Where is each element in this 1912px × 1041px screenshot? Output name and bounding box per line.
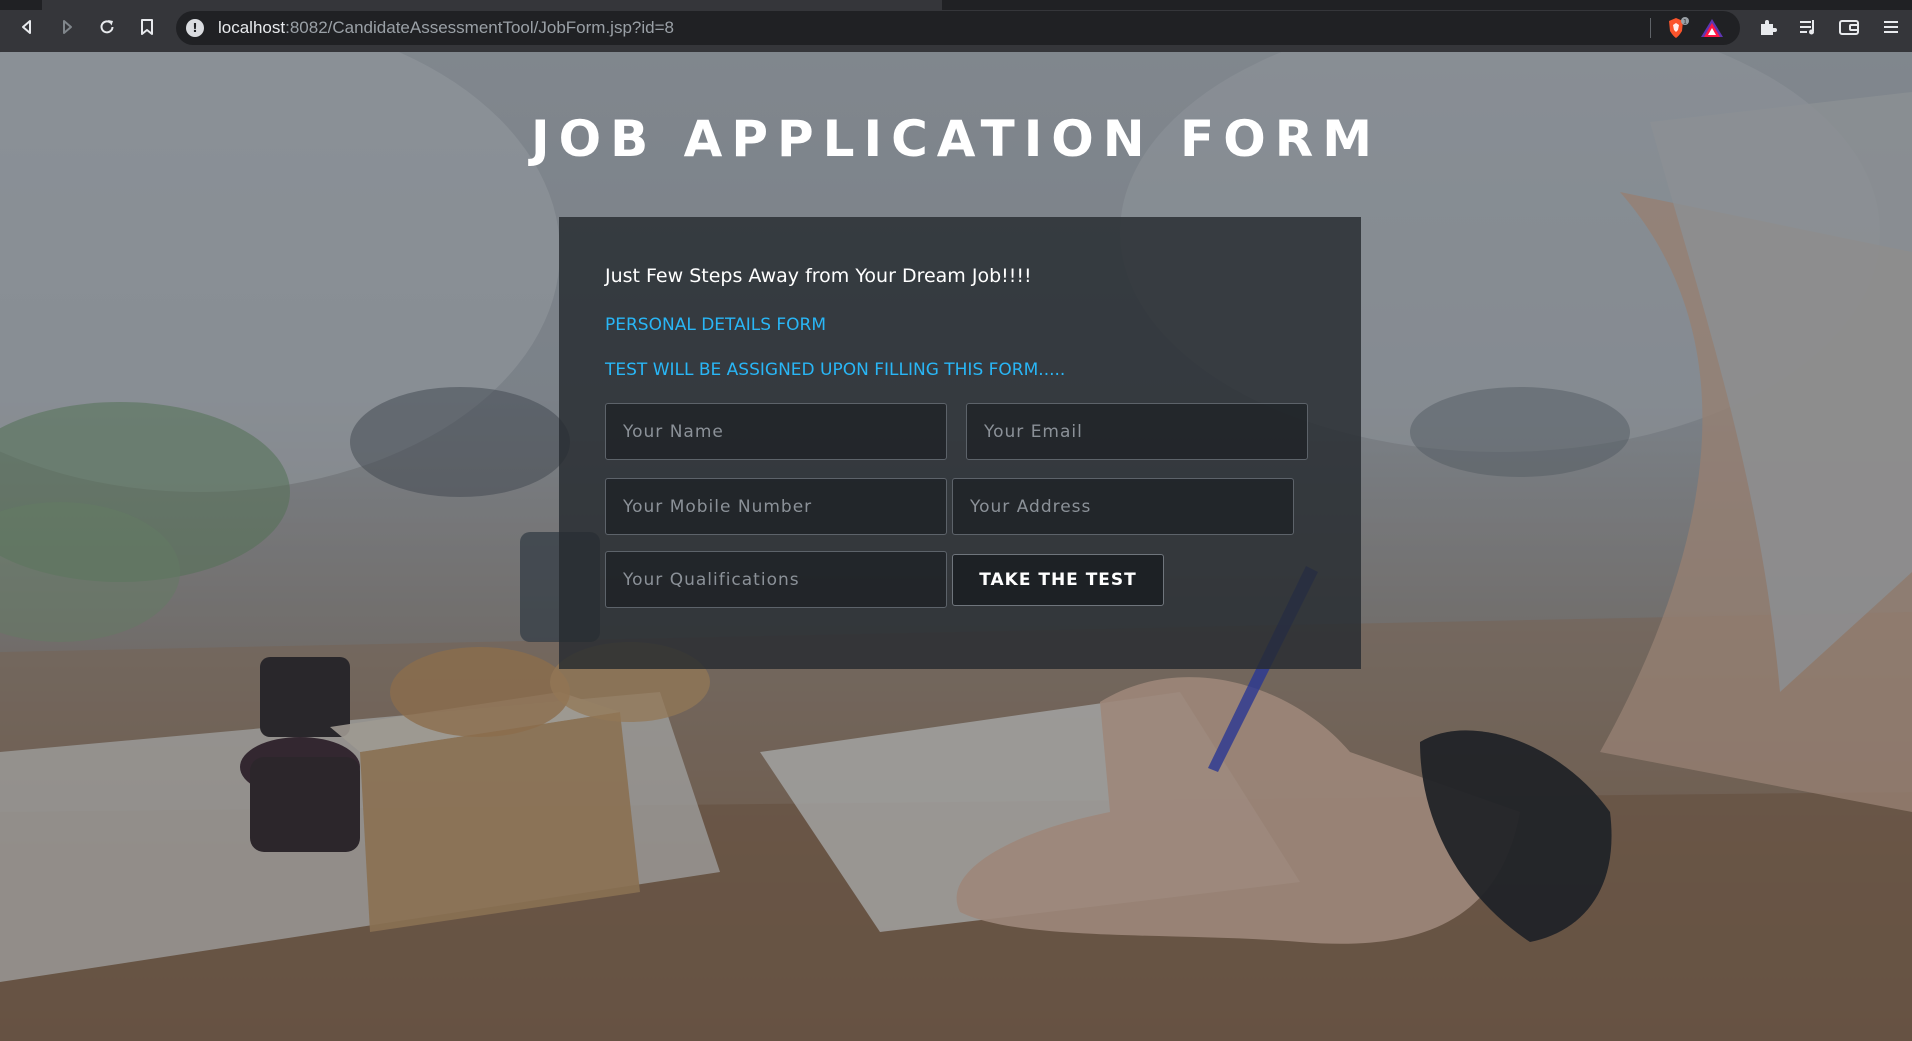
page-viewport: JOB APPLICATION FORM Just Few Steps Away… xyxy=(0,52,1912,1041)
wallet-icon[interactable] xyxy=(1838,16,1860,38)
menu-icon[interactable] xyxy=(1880,16,1902,38)
mobile-input[interactable] xyxy=(605,478,947,535)
back-icon[interactable] xyxy=(14,14,40,40)
url-host: localhost xyxy=(218,18,286,37)
brave-shields-icon[interactable]: 1 xyxy=(1666,17,1689,39)
site-info-icon[interactable]: ! xyxy=(186,19,204,37)
page-title: JOB APPLICATION FORM xyxy=(531,110,1381,168)
url-path: :8082/CandidateAssessmentTool/JobForm.js… xyxy=(285,18,674,37)
form-tagline: Just Few Steps Away from Your Dream Job!… xyxy=(605,265,1032,287)
brave-rewards-icon[interactable] xyxy=(1700,18,1724,38)
forward-icon[interactable] xyxy=(54,14,80,40)
active-tab[interactable] xyxy=(42,0,942,10)
reload-icon[interactable] xyxy=(94,14,120,40)
playlist-icon[interactable] xyxy=(1797,16,1819,38)
address-input[interactable] xyxy=(952,478,1294,535)
email-input[interactable] xyxy=(966,403,1308,460)
test-notice: TEST WILL BE ASSIGNED UPON FILLING THIS … xyxy=(605,360,1066,380)
tab-strip xyxy=(0,0,1912,10)
section-heading: PERSONAL DETAILS FORM xyxy=(605,315,827,335)
take-the-test-button[interactable]: TAKE THE TEST xyxy=(952,554,1164,606)
extensions-icon[interactable] xyxy=(1757,16,1779,38)
url-text[interactable]: localhost:8082/CandidateAssessmentTool/J… xyxy=(218,11,674,45)
brave-badge-count: 1 xyxy=(1683,19,1687,26)
application-form-panel: Just Few Steps Away from Your Dream Job!… xyxy=(559,217,1361,669)
address-bar[interactable]: ! localhost:8082/CandidateAssessmentTool… xyxy=(176,11,1740,45)
name-input[interactable] xyxy=(605,403,947,460)
bookmark-icon[interactable] xyxy=(134,14,160,40)
qualifications-input[interactable] xyxy=(605,551,947,608)
browser-toolbar: ! localhost:8082/CandidateAssessmentTool… xyxy=(0,0,1912,52)
omnibox-divider xyxy=(1650,18,1651,38)
